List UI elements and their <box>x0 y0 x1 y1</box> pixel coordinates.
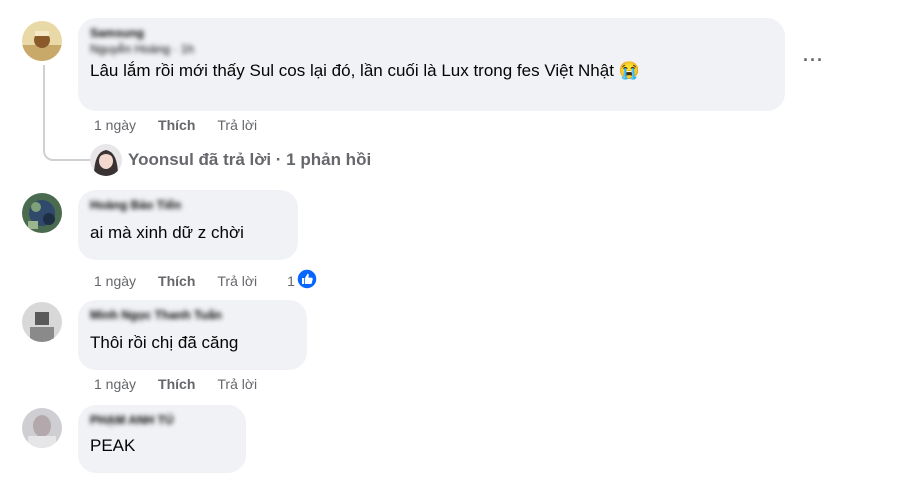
comment-2-reaction-count: 1 <box>287 272 295 289</box>
comment-3-like-button[interactable]: Thích <box>158 376 195 392</box>
comment-1-bubble: Samsung Nguyễn Hoàng · 1h Lâu lắm rồi mớ… <box>78 18 785 111</box>
comment-2-bubble: Hoàng Bảo Tiến ai mà xinh dữ z chời <box>78 190 298 260</box>
comment-2-reactions[interactable]: 1 <box>287 268 318 293</box>
replies-summary-text: Yoonsul đã trả lời · 1 phản hồi <box>128 150 372 169</box>
thumbs-up-icon <box>296 268 318 293</box>
comment-1-avatar[interactable] <box>22 21 62 61</box>
comment-3-avatar[interactable] <box>22 302 62 342</box>
comment-1-text-body: Lâu lắm rồi mới thấy Sul cos lại đó, lần… <box>90 61 614 80</box>
comment-4-bubble: PHẠM ANH TÚ PEAK <box>78 405 246 473</box>
comment-1-like-button[interactable]: Thích <box>158 117 195 133</box>
comment-3-text: Thôi rồi chị đã căng <box>90 333 239 352</box>
comment-1-actions: 1 ngày Thích Trả lời <box>94 117 257 133</box>
comment-1-age[interactable]: 1 ngày <box>94 117 136 133</box>
comment-2-author[interactable]: Hoàng Bảo Tiến <box>90 198 286 212</box>
comment-4-text: PEAK <box>90 436 136 455</box>
reply-thread-line <box>43 65 91 161</box>
comment-1-text: Lâu lắm rồi mới thấy Sul cos lại đó, lần… <box>90 60 773 82</box>
more-options-button[interactable]: ··· <box>803 50 824 71</box>
comment-2-age[interactable]: 1 ngày <box>94 273 136 289</box>
comment-3-age[interactable]: 1 ngày <box>94 376 136 392</box>
comment-1-author[interactable]: Samsung <box>90 26 773 40</box>
view-replies-link[interactable]: Yoonsul đã trả lời · 1 phản hồi <box>90 144 371 176</box>
comment-4-author[interactable]: PHẠM ANH TÚ <box>90 413 234 427</box>
comment-3-actions: 1 ngày Thích Trả lời <box>94 376 257 392</box>
comment-2-reply-button[interactable]: Trả lời <box>217 273 257 289</box>
crying-face-icon: 😭 <box>618 61 640 80</box>
comment-1-reply-button[interactable]: Trả lời <box>217 117 257 133</box>
comment-2-avatar[interactable] <box>22 193 62 233</box>
more-horizontal-icon: ··· <box>803 50 824 70</box>
replier-avatar <box>90 144 122 176</box>
comment-2-text: ai mà xinh dữ z chời <box>90 223 244 242</box>
comment-4-avatar[interactable] <box>22 408 62 448</box>
comment-3-bubble: Minh Ngọc Thanh Tuấn Thôi rồi chị đã căn… <box>78 300 307 370</box>
comment-3-author[interactable]: Minh Ngọc Thanh Tuấn <box>90 308 295 322</box>
comment-1-meta: Nguyễn Hoàng · 1h <box>90 42 195 56</box>
comment-3-reply-button[interactable]: Trả lời <box>217 376 257 392</box>
comment-2-like-button[interactable]: Thích <box>158 273 195 289</box>
comment-2-actions: 1 ngày Thích Trả lời 1 <box>94 268 318 293</box>
